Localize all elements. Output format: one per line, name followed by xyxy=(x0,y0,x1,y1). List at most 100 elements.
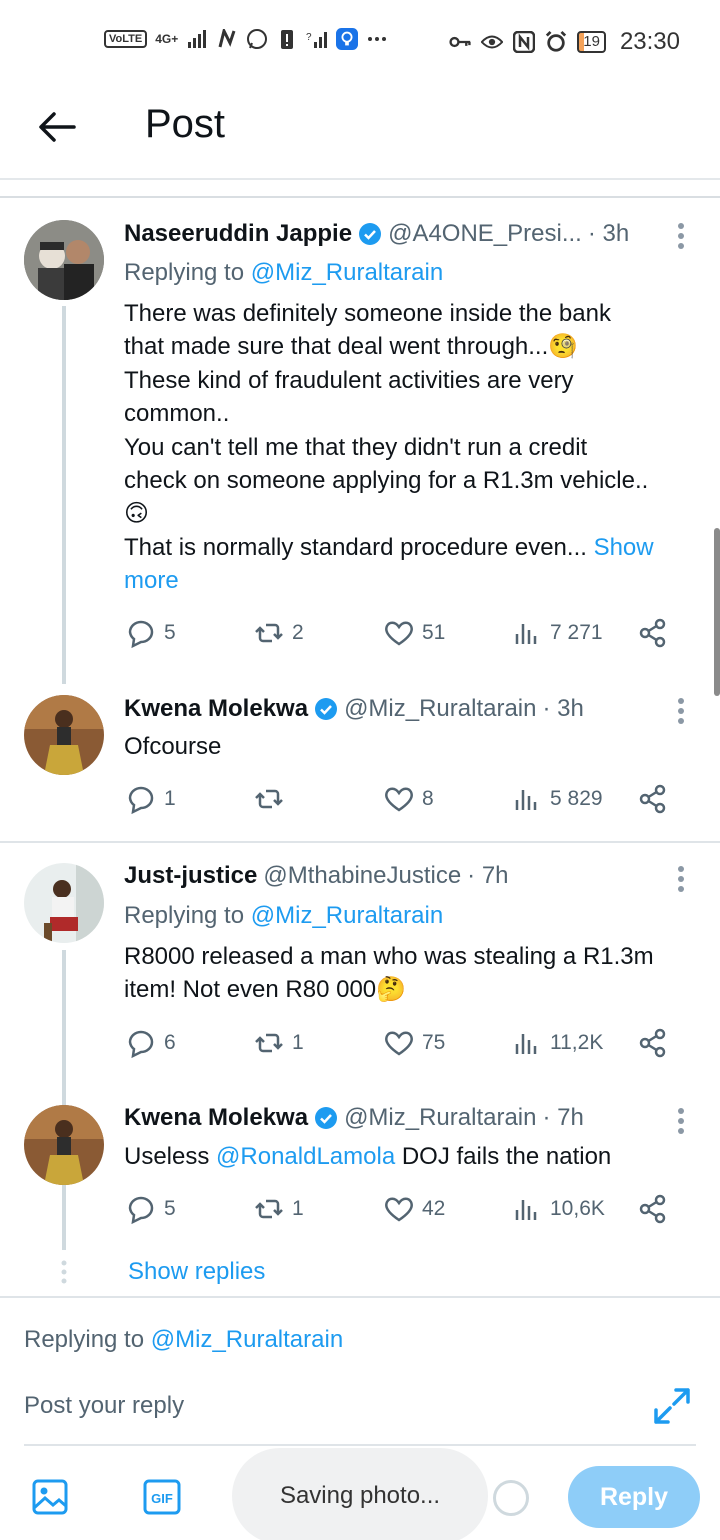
like-action[interactable]: 8 xyxy=(382,782,434,816)
post-time: · 7h xyxy=(467,862,509,889)
share-action[interactable] xyxy=(636,1192,670,1226)
tweet-line: You can't tell me that they didn't run a… xyxy=(124,433,588,461)
views-icon xyxy=(515,1200,537,1220)
views-icon xyxy=(515,624,537,644)
more-options-icon[interactable] xyxy=(676,864,686,894)
composer-divider xyxy=(0,1296,720,1298)
author-handle[interactable]: @Miz_Ruraltarain xyxy=(344,695,536,723)
signal-icon xyxy=(186,28,208,50)
svg-text:GIF: GIF xyxy=(151,1491,173,1506)
show-more-link[interactable]: Show xyxy=(594,534,654,561)
author-name[interactable]: Just-justice xyxy=(124,862,257,890)
post-time: · 3h xyxy=(542,695,584,722)
tweet-line: that made sure that deal went through...… xyxy=(124,333,579,361)
gif-icon[interactable]: GIF xyxy=(143,1478,181,1516)
tweet-line: common.. xyxy=(124,400,230,428)
reply-action[interactable]: 5 xyxy=(124,616,176,650)
avatar[interactable] xyxy=(24,1105,104,1185)
network-label: 4G+ xyxy=(155,32,179,46)
reply-icon xyxy=(128,620,154,649)
composer-replying-mention[interactable]: @Miz_Ruraltarain xyxy=(151,1326,343,1353)
like-action[interactable]: 42 xyxy=(382,1192,445,1226)
composer-underline xyxy=(24,1444,696,1446)
author-handle[interactable]: @MthabineJustice xyxy=(263,862,461,890)
share-action[interactable] xyxy=(636,782,670,816)
tweet-line: check on someone applying for a R1.3m ve… xyxy=(124,467,649,495)
share-icon xyxy=(639,784,666,814)
views-action[interactable]: 7 271 xyxy=(510,616,603,650)
avatar[interactable] xyxy=(24,863,104,943)
reply-action[interactable]: 1 xyxy=(124,782,176,816)
top-app-bar: Post xyxy=(0,84,720,178)
reply-icon xyxy=(128,786,154,815)
views-action[interactable]: 11,2K xyxy=(510,1026,603,1060)
repost-count: 1 xyxy=(292,1031,304,1054)
repost-icon xyxy=(255,623,283,643)
heart-icon xyxy=(385,1031,413,1056)
author-handle[interactable]: @Miz_Ruraltarain xyxy=(344,1104,536,1132)
like-count: 8 xyxy=(422,787,434,810)
header-divider xyxy=(0,178,720,180)
reply-count: 1 xyxy=(164,787,176,810)
like-action[interactable]: 75 xyxy=(382,1026,445,1060)
reply-icon xyxy=(128,1196,154,1225)
author-handle[interactable]: @A4ONE_Presi... xyxy=(388,220,582,248)
status-right: 19 23:30 xyxy=(449,28,680,56)
repost-action[interactable]: 2 xyxy=(252,616,304,650)
show-replies-link[interactable]: Show replies xyxy=(128,1258,265,1286)
reply-action[interactable]: 5 xyxy=(124,1192,176,1226)
show-more-link-cont[interactable]: more xyxy=(124,564,704,597)
tweet-actions: 6 1 75 11,2K xyxy=(124,1026,684,1066)
tweet-line-last: That is normally standard procedure even… xyxy=(124,531,704,564)
avatar[interactable] xyxy=(24,695,104,775)
battery-indicator: 19 xyxy=(577,31,606,53)
replying-mention[interactable]: @Miz_Ruraltarain xyxy=(251,902,443,929)
tweet-header: Kwena Molekwa @Miz_Ruraltarain · 7h xyxy=(124,1104,584,1132)
reply-input[interactable]: Post your reply xyxy=(24,1392,184,1420)
post-time: · 3h xyxy=(587,220,630,247)
signal-2-icon: ? xyxy=(306,28,328,50)
repost-action[interactable] xyxy=(252,782,292,816)
views-action[interactable]: 5 829 xyxy=(510,782,603,816)
tweet-line: These kind of fraudulent activities are … xyxy=(124,366,574,394)
thread-divider xyxy=(0,841,720,843)
thread-line xyxy=(62,950,66,1250)
reply-action[interactable]: 6 xyxy=(124,1026,176,1060)
section-divider xyxy=(0,196,720,198)
mention-link[interactable]: @RonaldLamola xyxy=(216,1143,395,1170)
back-arrow-icon[interactable] xyxy=(36,106,78,148)
post-time: · 7h xyxy=(542,1104,584,1131)
character-counter xyxy=(493,1480,529,1516)
avatar[interactable] xyxy=(24,220,104,300)
like-count: 75 xyxy=(422,1031,446,1054)
views-count: 10,6K xyxy=(550,1197,605,1220)
status-bar: VoLTE 4G+ ? 19 23:30 xyxy=(0,0,720,84)
bulb-app-icon xyxy=(336,28,359,50)
repost-icon xyxy=(255,1033,283,1053)
replying-prefix: Replying to xyxy=(124,259,251,286)
status-left: VoLTE 4G+ ? xyxy=(104,28,388,50)
like-action[interactable]: 51 xyxy=(382,616,445,650)
more-options-icon[interactable] xyxy=(676,221,686,251)
replying-prefix: Replying to xyxy=(124,902,251,929)
author-name[interactable]: Kwena Molekwa xyxy=(124,695,308,723)
repost-action[interactable]: 1 xyxy=(252,1026,304,1060)
repost-action[interactable]: 1 xyxy=(252,1192,304,1226)
composer-replying-to: Replying to @Miz_Ruraltarain xyxy=(24,1326,343,1354)
share-action[interactable] xyxy=(636,616,670,650)
thread-line xyxy=(62,306,66,684)
scrollbar[interactable] xyxy=(714,528,720,696)
image-icon[interactable] xyxy=(31,1478,69,1516)
replying-mention[interactable]: @Miz_Ruraltarain xyxy=(251,259,443,286)
more-options-icon[interactable] xyxy=(676,696,686,726)
tweet-text: There was definitely someone inside the … xyxy=(124,297,704,598)
views-action[interactable]: 10,6K xyxy=(510,1192,605,1226)
more-options-icon[interactable] xyxy=(676,1106,686,1136)
share-action[interactable] xyxy=(636,1026,670,1060)
author-name[interactable]: Naseeruddin Jappie xyxy=(124,220,352,248)
views-count: 11,2K xyxy=(550,1031,604,1054)
expand-icon[interactable] xyxy=(652,1386,692,1426)
author-name[interactable]: Kwena Molekwa xyxy=(124,1104,308,1132)
reply-button[interactable]: Reply xyxy=(568,1466,700,1528)
alert-icon xyxy=(276,28,298,50)
